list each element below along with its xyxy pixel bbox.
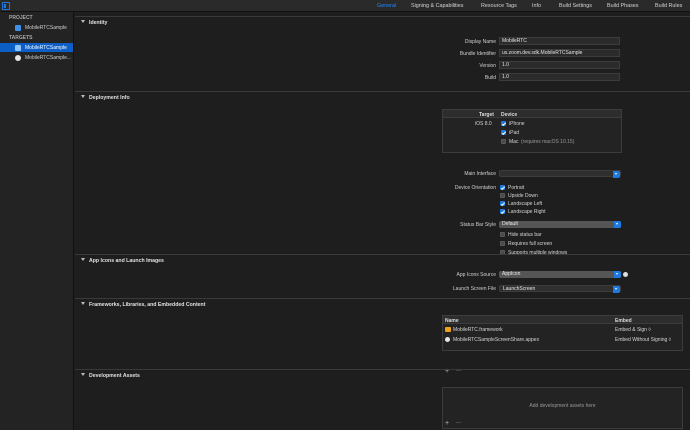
frameworks-table: Name Embed MobileRTC.framework Embed & S… — [442, 315, 683, 351]
mac-requirement-note: (requires macOS 10.15) — [521, 139, 575, 145]
sidebar-item-target-app[interactable]: MobileRTCSample — [0, 43, 73, 52]
version-field[interactable]: 1.0 — [499, 61, 620, 69]
iphone-checkbox[interactable] — [501, 121, 506, 126]
add-development-asset-button[interactable]: + — [445, 420, 449, 427]
requires-full-screen-checkbox[interactable] — [500, 241, 505, 246]
bundle-identifier-field[interactable]: us.zoom.dev.sdk.MobileRTCSample — [499, 49, 620, 57]
development-assets-section: Development Assets Add development asset… — [75, 369, 690, 430]
disclosure-triangle-icon — [81, 20, 85, 23]
embed-popup[interactable]: Embed & Sign ◊ — [615, 327, 651, 333]
tab-build-phases[interactable]: Build Phases — [607, 3, 638, 9]
sidebar-toggle-icon[interactable] — [2, 2, 10, 10]
build-field[interactable]: 1.0 — [499, 73, 620, 81]
landscape-right-label: Landscape Right — [508, 209, 546, 215]
chevron-down-icon — [613, 286, 620, 293]
identity-section-title[interactable]: Identity — [81, 20, 107, 26]
framework-name: MobileRTCSampleScreenShare.appex — [453, 336, 540, 343]
editor-tab-bar: General Signing & Capabilities Resource … — [0, 0, 690, 12]
tab-resource-tags[interactable]: Resource Tags — [481, 3, 517, 9]
sidebar-item-label: MobileRTCSample — [25, 24, 67, 31]
mac-label: Mac — [509, 139, 519, 145]
display-name-label: Display Name — [464, 39, 496, 45]
landscape-left-checkbox[interactable] — [500, 201, 505, 206]
device-column-header: Device — [501, 111, 518, 118]
extension-target-icon — [15, 54, 21, 61]
framework-icon — [445, 326, 451, 332]
target-column-header: Target — [479, 111, 494, 118]
deployment-info-section: Deployment Info Target Device iOS 8.0 iP… — [75, 91, 690, 263]
disclosure-triangle-icon — [81, 258, 85, 261]
appex-icon — [445, 336, 450, 342]
disclosure-triangle-icon — [81, 95, 85, 98]
disclosure-triangle-icon — [81, 302, 85, 305]
launch-screen-file-label: Launch Screen File — [452, 286, 496, 292]
hide-status-bar-label: Hide status bar — [508, 232, 542, 238]
upside-down-label: Upside Down — [508, 193, 538, 199]
app-icons-source-popup[interactable]: AppIcon — [499, 271, 621, 278]
build-label: Build — [484, 75, 496, 81]
portrait-label: Portrait — [508, 185, 525, 191]
launch-screen-file-combo[interactable]: LaunchScreen — [499, 285, 621, 293]
tab-info[interactable]: Info — [532, 3, 541, 9]
app-icons-section-title[interactable]: App Icons and Launch Images — [81, 258, 164, 264]
development-assets-section-title[interactable]: Development Assets — [81, 373, 140, 379]
landscape-left-label: Landscape Left — [508, 201, 543, 207]
table-row[interactable]: MobileRTCSampleScreenShare.appex Embed W… — [443, 335, 682, 344]
table-row[interactable]: MobileRTC.framework Embed & Sign ◊ — [443, 325, 682, 334]
ios-version-popup[interactable]: iOS 8.0 — [475, 121, 492, 127]
app-target-icon — [15, 44, 21, 51]
display-name-field[interactable]: MobileRTC — [499, 37, 620, 45]
version-label: Version — [479, 63, 496, 69]
tab-general[interactable]: General — [377, 3, 396, 9]
frameworks-section-title[interactable]: Frameworks, Libraries, and Embedded Cont… — [81, 302, 205, 308]
ipad-checkbox[interactable] — [501, 130, 506, 135]
project-file-icon — [15, 24, 21, 31]
tab-build-rules[interactable]: Build Rules — [655, 3, 682, 9]
frameworks-section: Frameworks, Libraries, and Embedded Cont… — [75, 298, 690, 379]
disclosure-triangle-icon — [81, 373, 85, 376]
main-interface-combo[interactable] — [499, 170, 621, 178]
name-column-header: Name — [445, 317, 459, 324]
ipad-label: iPad — [509, 130, 520, 136]
bundle-identifier-label: Bundle Identifier — [459, 51, 496, 57]
identity-section: Identity Display Name MobileRTC Bundle I… — [75, 16, 690, 99]
sidebar-item-label: MobileRTCSample... — [25, 54, 72, 61]
sidebar-item-project[interactable]: MobileRTCSample — [0, 23, 73, 32]
project-navigator: PROJECT MobileRTCSample TARGETS MobileRT… — [0, 12, 74, 430]
tab-build-settings[interactable]: Build Settings — [559, 3, 592, 9]
development-assets-placeholder: Add development assets here — [529, 403, 596, 409]
device-orientation-label: Device Orientation — [454, 185, 496, 191]
sidebar-item-label: MobileRTCSample — [25, 44, 67, 51]
app-icons-source-label: App Icons Source — [456, 272, 496, 278]
status-bar-style-popup[interactable]: Default — [499, 221, 621, 228]
project-header: PROJECT — [9, 15, 33, 21]
general-editor: Identity Display Name MobileRTC Bundle I… — [75, 12, 690, 430]
upside-down-checkbox[interactable] — [500, 193, 505, 198]
chevron-down-icon — [613, 171, 620, 178]
embed-column-header: Embed — [615, 317, 632, 324]
chevron-down-icon — [614, 271, 621, 278]
chevron-down-icon — [614, 221, 621, 228]
remove-development-asset-button[interactable]: — — [456, 420, 461, 427]
mac-checkbox[interactable] — [501, 139, 506, 144]
targets-header: TARGETS — [9, 35, 33, 41]
embed-popup[interactable]: Embed Without Signing ◊ — [615, 337, 671, 343]
portrait-checkbox[interactable] — [500, 185, 505, 190]
arrow-right-circle-icon[interactable] — [623, 272, 628, 277]
landscape-right-checkbox[interactable] — [500, 209, 505, 214]
iphone-label: iPhone — [509, 121, 525, 127]
sidebar-item-target-extension[interactable]: MobileRTCSample... — [0, 53, 73, 62]
deployment-section-title[interactable]: Deployment Info — [81, 95, 130, 101]
development-assets-table: Add development assets here — [442, 387, 683, 429]
hide-status-bar-checkbox[interactable] — [500, 232, 505, 237]
framework-name: MobileRTC.framework — [453, 326, 503, 333]
status-bar-style-label: Status Bar Style — [460, 222, 496, 228]
main-interface-label: Main Interface — [464, 171, 496, 177]
deployment-target-table: Target Device iOS 8.0 iPhone iPad Mac (r… — [442, 109, 622, 153]
tab-signing-capabilities[interactable]: Signing & Capabilities — [411, 3, 463, 9]
requires-full-screen-label: Requires full screen — [508, 241, 553, 247]
